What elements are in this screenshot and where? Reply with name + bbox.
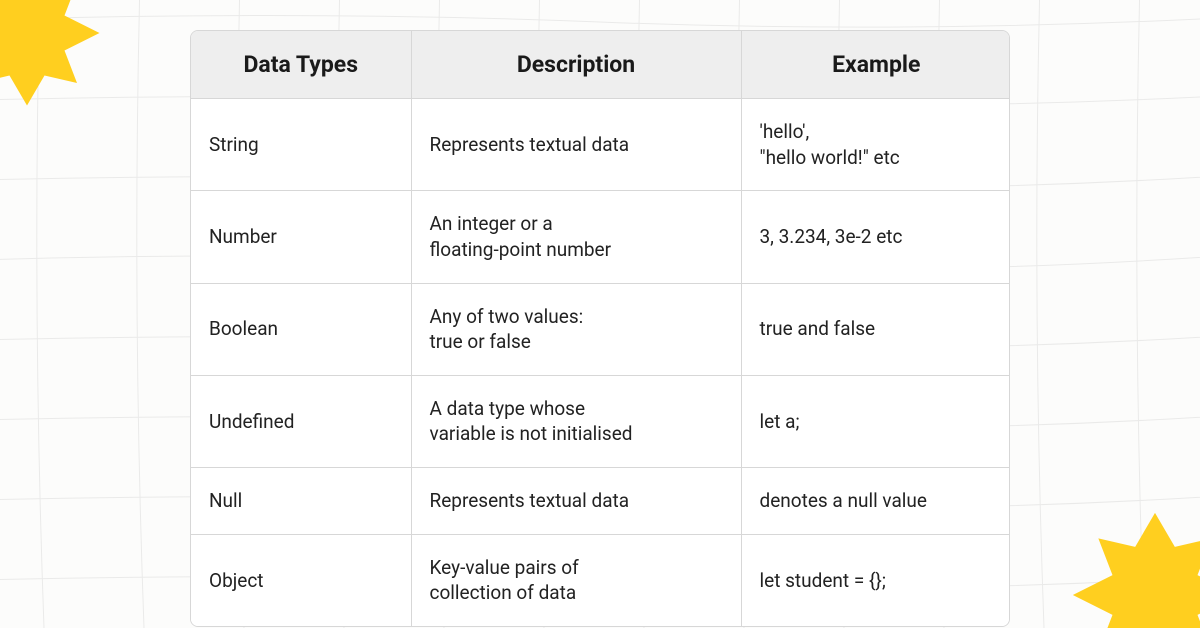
starburst-decoration-top-left [0,0,102,108]
col-header-description: Description [411,31,741,99]
cell-example: let student = {}; [741,534,1010,626]
cell-type: Boolean [191,283,411,375]
cell-desc: Key-value pairs of collection of data [411,534,741,626]
cell-example: 3, 3.234, 3e-2 etc [741,191,1010,283]
col-header-example: Example [741,31,1010,99]
table-row: Object Key-value pairs of collection of … [191,534,1010,626]
data-types-table: Data Types Description Example String Re… [190,30,1010,627]
cell-desc: An integer or a floating-point number [411,191,741,283]
col-header-data-types: Data Types [191,31,411,99]
table-row: String Represents textual data 'hello', … [191,99,1010,191]
cell-example: let a; [741,375,1010,467]
cell-desc: Represents textual data [411,99,741,191]
starburst-decoration-bottom-right [1070,510,1200,628]
table-row: Boolean Any of two values: true or false… [191,283,1010,375]
cell-desc: Any of two values: true or false [411,283,741,375]
table-header-row: Data Types Description Example [191,31,1010,99]
cell-example: denotes a null value [741,468,1010,535]
table-row: Null Represents textual data denotes a n… [191,468,1010,535]
cell-type: String [191,99,411,191]
table-row: Undefined A data type whose variable is … [191,375,1010,467]
cell-type: Number [191,191,411,283]
cell-example: true and false [741,283,1010,375]
cell-type: Null [191,468,411,535]
cell-desc: A data type whose variable is not initia… [411,375,741,467]
cell-desc: Represents textual data [411,468,741,535]
cell-example: 'hello', "hello world!" etc [741,99,1010,191]
cell-type: Object [191,534,411,626]
cell-type: Undefined [191,375,411,467]
table-row: Number An integer or a floating-point nu… [191,191,1010,283]
